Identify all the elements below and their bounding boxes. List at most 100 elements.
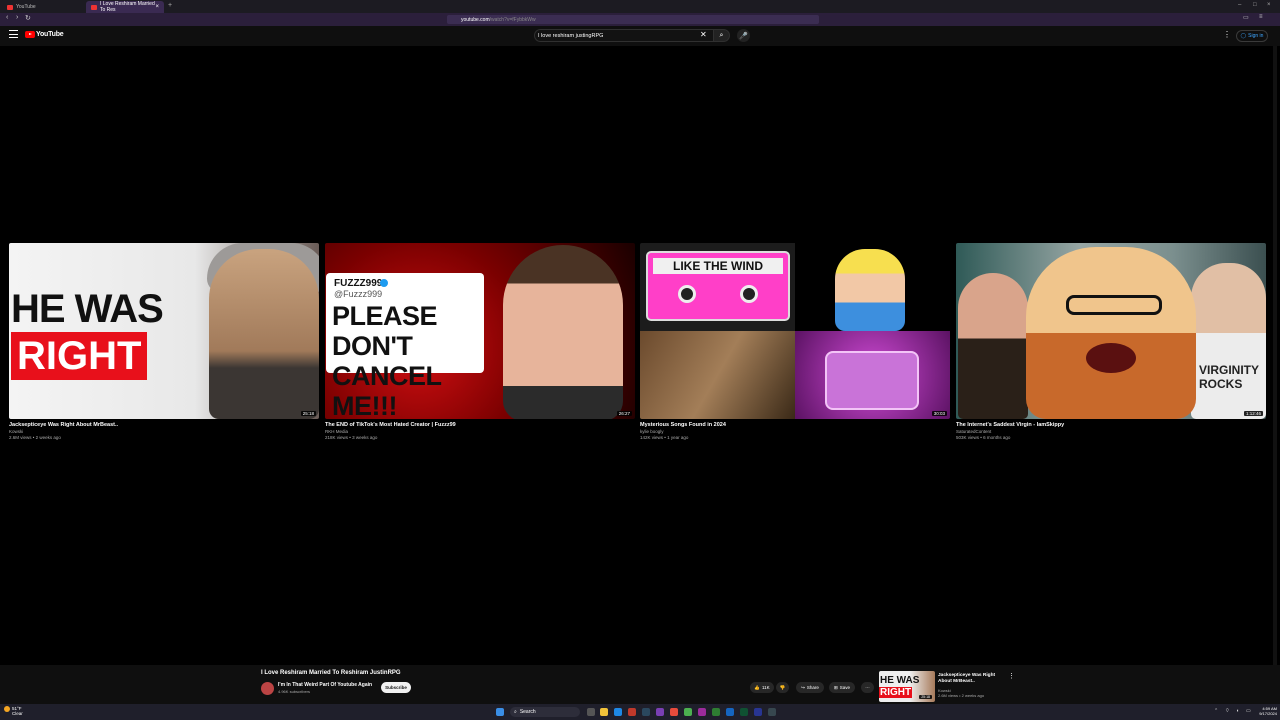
thumbnail-art — [795, 243, 950, 331]
thumbnail-text: LIKE THE WIND — [653, 258, 783, 274]
thumbnail-art — [503, 245, 623, 419]
task-view-icon[interactable] — [587, 708, 595, 716]
app-icon[interactable] — [768, 708, 776, 716]
edge-icon[interactable] — [614, 708, 622, 716]
app-icon[interactable] — [656, 708, 664, 716]
voice-search-mic-icon[interactable]: 🎤 — [737, 29, 750, 42]
app-icon[interactable] — [684, 708, 692, 716]
youtube-logo-text[interactable]: YouTube — [36, 31, 64, 38]
share-icon: ↪ — [801, 684, 805, 690]
app-icon[interactable] — [712, 708, 720, 716]
next-video-meta: Kowski 2.6M views • 2 weeks ago — [938, 688, 984, 698]
scrollbar[interactable] — [1273, 46, 1277, 665]
network-icon[interactable]: ⌔ — [1225, 708, 1230, 714]
new-tab-icon[interactable]: + — [168, 2, 172, 9]
thumbnail-text: HE WAS — [880, 675, 920, 686]
firefox-icon[interactable] — [698, 708, 706, 716]
channel-name[interactable]: I'm In That Weird Part Of Youtube Again — [278, 682, 372, 688]
app-icon[interactable] — [726, 708, 734, 716]
battery-icon[interactable]: ▭ — [1246, 708, 1251, 714]
save-label: Save — [839, 685, 851, 690]
next-video-menu-icon[interactable]: ⋮ — [1008, 672, 1015, 680]
video-thumbnail[interactable]: HE WAS RIGHT 25:18 — [9, 243, 319, 419]
weather-widget[interactable]: 51°F Clear — [4, 706, 23, 716]
sign-in-label: Sign in — [1248, 33, 1264, 39]
tray-chevron-icon[interactable]: ⌃ — [1214, 708, 1218, 714]
file-explorer-icon[interactable] — [600, 708, 608, 716]
clear-search-icon[interactable]: ✕ — [700, 30, 707, 39]
thumbnail-art — [958, 273, 1028, 419]
more-actions-button[interactable]: ⋯ — [861, 682, 874, 693]
back-icon[interactable]: ‹ — [6, 14, 8, 21]
browser-tab[interactable]: YouTube — [2, 1, 84, 13]
video-duration: 25:18 — [300, 411, 316, 416]
sign-in-button[interactable]: ◯ Sign in — [1236, 30, 1268, 42]
address-bar[interactable]: youtube.com/watch?v=fFybbkWw — [447, 15, 819, 24]
search-input[interactable]: I love reshiram justingRPG — [534, 29, 714, 42]
tab-label: I Love Reshiram Married To Res — [100, 1, 155, 13]
video-title[interactable]: The Internet's Saddest Virgin - IamSkipp… — [956, 422, 1266, 428]
thumbnail-art: LIKE THE WIND — [640, 243, 795, 331]
youtube-favicon-icon — [7, 4, 13, 10]
video-card[interactable]: LIKE THE WIND 30:03 Mysterious Songs Fou… — [640, 243, 950, 441]
search-icon: ⌕ — [514, 709, 517, 715]
windows-start-icon[interactable] — [496, 708, 504, 716]
video-thumbnail[interactable]: LIKE THE WIND 30:03 — [640, 243, 950, 419]
video-thumbnail[interactable]: FUZZZ999 @Fuzzz999 PLEASE DON'T CANCEL M… — [325, 243, 635, 419]
app-icon[interactable] — [628, 708, 636, 716]
account-icon: ◯ — [1240, 33, 1247, 39]
video-meta: 142K views • 1 year ago — [640, 435, 689, 440]
more-options-icon[interactable]: ⋮ — [1223, 30, 1231, 39]
thumbnail-text-card: FUZZZ999 @Fuzzz999 PLEASE DON'T CANCEL M… — [326, 273, 484, 419]
video-card[interactable]: HE WAS RIGHT 25:18 Jacksepticeye Was Rig… — [9, 243, 319, 441]
next-video-thumbnail[interactable]: HE WAS RIGHT 25:18 — [879, 671, 935, 702]
next-video-title[interactable]: Jacksepticeye Was Right About MrBeast.. — [938, 673, 1010, 685]
next-video-stats: 2.6M views • 2 weeks ago — [938, 693, 985, 698]
thumbnail-art — [835, 249, 905, 331]
sidebar-icon[interactable]: ▭ — [1243, 14, 1249, 21]
close-window-icon[interactable]: × — [1267, 2, 1271, 8]
dislike-button[interactable]: 👎 — [776, 682, 789, 693]
video-title[interactable]: Mysterious Songs Found in 2024 — [640, 422, 950, 428]
thumbs-down-icon: 👎 — [779, 684, 786, 690]
save-button[interactable]: ⊞ Save — [829, 682, 855, 693]
subscribe-button[interactable]: Subscribe — [381, 682, 411, 693]
more-horizontal-icon: ⋯ — [865, 684, 870, 690]
share-label: Share — [806, 685, 819, 690]
url-host: youtube.com — [461, 16, 490, 23]
sun-icon — [4, 706, 10, 712]
thumbnail-art — [209, 249, 319, 419]
thumbnail-text: HE WAS — [11, 287, 164, 331]
video-title[interactable]: The END of TikTok's Most Hated Creator |… — [325, 422, 635, 428]
video-duration: 1:12:46 — [1243, 411, 1263, 416]
taskbar-search-label: Search — [519, 709, 536, 715]
search-button[interactable]: ⌕ — [713, 29, 730, 42]
excel-icon[interactable] — [740, 708, 748, 716]
like-count: 11K — [761, 685, 770, 690]
video-thumbnail[interactable]: VIRGINITY ROCKS 1:12:46 — [956, 243, 1266, 419]
taskbar-search[interactable]: ⌕ Search — [510, 707, 580, 717]
watch-info-bar — [0, 665, 1280, 705]
video-title[interactable]: Jacksepticeye Was Right About MrBeast.. — [9, 422, 319, 428]
video-meta: 218K views • 3 weeks ago — [325, 435, 378, 440]
forward-icon[interactable]: › — [16, 14, 18, 21]
close-tab-icon[interactable]: × — [155, 4, 159, 10]
video-card[interactable]: FUZZZ999 @Fuzzz999 PLEASE DON'T CANCEL M… — [325, 243, 635, 441]
hamburger-menu-icon[interactable] — [9, 30, 18, 38]
steam-icon[interactable] — [642, 708, 650, 716]
app-icon[interactable] — [754, 708, 762, 716]
youtube-logo-icon[interactable] — [25, 31, 35, 38]
browser-tab-active[interactable]: I Love Reshiram Married To Res × — [86, 1, 164, 13]
channel-avatar[interactable] — [261, 682, 274, 695]
system-clock[interactable]: 4:59 AM 9/17/2024 — [1255, 706, 1277, 716]
share-button[interactable]: ↪ Share — [796, 682, 824, 693]
menu-icon[interactable]: ≡ — [1259, 14, 1263, 20]
reload-icon[interactable]: ↻ — [25, 14, 31, 22]
like-button[interactable]: 👍 11K — [750, 682, 774, 693]
thumbnail-text: RIGHT — [879, 687, 913, 698]
video-card[interactable]: VIRGINITY ROCKS 1:12:46 The Internet's S… — [956, 243, 1266, 441]
minimize-icon[interactable]: – — [1238, 2, 1241, 8]
volume-icon[interactable]: ◖ — [1236, 708, 1239, 714]
maximize-icon[interactable]: □ — [1253, 2, 1257, 8]
app-icon[interactable] — [670, 708, 678, 716]
